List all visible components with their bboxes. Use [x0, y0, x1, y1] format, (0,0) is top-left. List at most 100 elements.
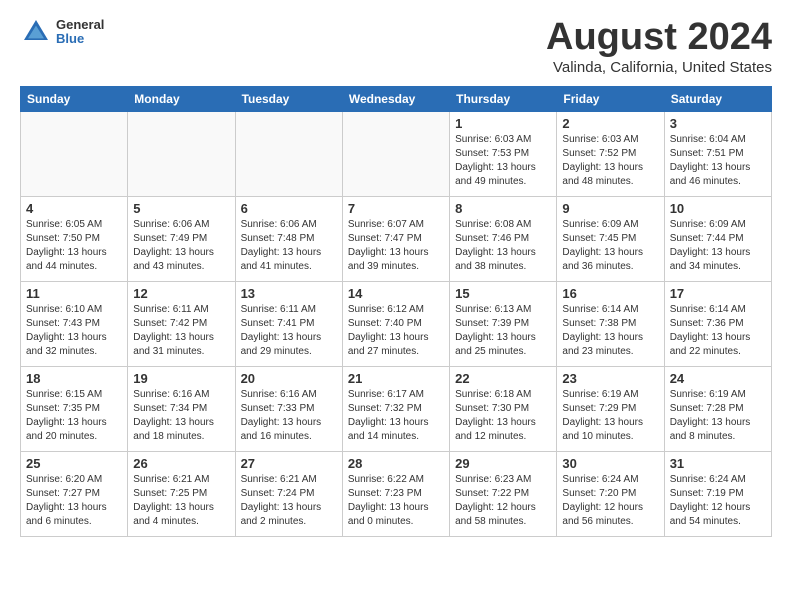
day-info: Sunrise: 6:09 AM Sunset: 7:45 PM Dayligh… [562, 218, 658, 274]
calendar-cell: 23 Sunrise: 6:19 AM Sunset: 7:29 PM Dayli… [557, 367, 664, 452]
day-number: 17 [670, 286, 766, 301]
calendar-cell: 15 Sunrise: 6:13 AM Sunset: 7:39 PM Dayli… [450, 282, 557, 367]
calendar-cell [342, 112, 449, 197]
day-number: 15 [455, 286, 551, 301]
day-number: 18 [26, 371, 122, 386]
day-info: Sunrise: 6:15 AM Sunset: 7:35 PM Dayligh… [26, 388, 122, 444]
calendar-header-friday: Friday [557, 87, 664, 112]
day-number: 6 [241, 201, 337, 216]
day-number: 22 [455, 371, 551, 386]
page-header: General Blue August 2024 Valinda, Califo… [20, 16, 772, 76]
day-number: 27 [241, 456, 337, 471]
day-info: Sunrise: 6:04 AM Sunset: 7:51 PM Dayligh… [670, 133, 766, 189]
calendar-week-2: 4 Sunrise: 6:05 AM Sunset: 7:50 PM Daylig… [21, 197, 772, 282]
calendar-cell: 11Sunrise: 6:10 AM Sunset: 7:43 PM Dayli… [21, 282, 128, 367]
calendar-week-4: 18 Sunrise: 6:15 AM Sunset: 7:35 PM Dayli… [21, 367, 772, 452]
calendar-cell: 19 Sunrise: 6:16 AM Sunset: 7:34 PM Dayli… [128, 367, 235, 452]
day-number: 30 [562, 456, 658, 471]
day-number: 28 [348, 456, 444, 471]
day-info: Sunrise: 6:14 AM Sunset: 7:36 PM Dayligh… [670, 303, 766, 359]
calendar-cell: 20 Sunrise: 6:16 AM Sunset: 7:33 PM Dayli… [235, 367, 342, 452]
calendar-cell: 4 Sunrise: 6:05 AM Sunset: 7:50 PM Daylig… [21, 197, 128, 282]
day-number: 3 [670, 116, 766, 131]
day-info: Sunrise: 6:21 AM Sunset: 7:24 PM Dayligh… [241, 473, 337, 529]
calendar-header-wednesday: Wednesday [342, 87, 449, 112]
calendar-cell: 14 Sunrise: 6:12 AM Sunset: 7:40 PM Dayli… [342, 282, 449, 367]
calendar-header-saturday: Saturday [664, 87, 771, 112]
calendar-cell: 12Sunrise: 6:11 AM Sunset: 7:42 PM Dayli… [128, 282, 235, 367]
logo-icon [20, 16, 52, 48]
day-info: Sunrise: 6:05 AM Sunset: 7:50 PM Dayligh… [26, 218, 122, 274]
calendar-cell: 27 Sunrise: 6:21 AM Sunset: 7:24 PM Dayli… [235, 452, 342, 537]
calendar-cell [21, 112, 128, 197]
calendar-table: SundayMondayTuesdayWednesdayThursdayFrid… [20, 86, 772, 537]
day-number: 31 [670, 456, 766, 471]
calendar-cell: 30Sunrise: 6:24 AM Sunset: 7:20 PM Dayli… [557, 452, 664, 537]
day-info: Sunrise: 6:09 AM Sunset: 7:44 PM Dayligh… [670, 218, 766, 274]
day-info: Sunrise: 6:17 AM Sunset: 7:32 PM Dayligh… [348, 388, 444, 444]
day-number: 14 [348, 286, 444, 301]
day-info: Sunrise: 6:19 AM Sunset: 7:29 PM Dayligh… [562, 388, 658, 444]
calendar-cell [235, 112, 342, 197]
day-info: Sunrise: 6:12 AM Sunset: 7:40 PM Dayligh… [348, 303, 444, 359]
logo-blue-label: Blue [56, 32, 104, 46]
logo: General Blue [20, 16, 104, 48]
day-info: Sunrise: 6:06 AM Sunset: 7:48 PM Dayligh… [241, 218, 337, 274]
day-number: 9 [562, 201, 658, 216]
title-section: August 2024 Valinda, California, United … [546, 16, 772, 76]
day-number: 4 [26, 201, 122, 216]
day-number: 2 [562, 116, 658, 131]
calendar-week-1: 1 Sunrise: 6:03 AM Sunset: 7:53 PM Daylig… [21, 112, 772, 197]
calendar-cell: 5Sunrise: 6:06 AM Sunset: 7:49 PM Daylig… [128, 197, 235, 282]
calendar-week-5: 25 Sunrise: 6:20 AM Sunset: 7:27 PM Dayli… [21, 452, 772, 537]
day-info: Sunrise: 6:21 AM Sunset: 7:25 PM Dayligh… [133, 473, 229, 529]
calendar-cell: 1 Sunrise: 6:03 AM Sunset: 7:53 PM Daylig… [450, 112, 557, 197]
day-number: 23 [562, 371, 658, 386]
calendar-cell: 25 Sunrise: 6:20 AM Sunset: 7:27 PM Dayli… [21, 452, 128, 537]
day-number: 26 [133, 456, 229, 471]
calendar-cell: 17 Sunrise: 6:14 AM Sunset: 7:36 PM Dayli… [664, 282, 771, 367]
day-info: Sunrise: 6:16 AM Sunset: 7:34 PM Dayligh… [133, 388, 229, 444]
day-number: 13 [241, 286, 337, 301]
day-info: Sunrise: 6:23 AM Sunset: 7:22 PM Dayligh… [455, 473, 551, 529]
day-info: Sunrise: 6:20 AM Sunset: 7:27 PM Dayligh… [26, 473, 122, 529]
day-info: Sunrise: 6:14 AM Sunset: 7:38 PM Dayligh… [562, 303, 658, 359]
day-number: 1 [455, 116, 551, 131]
day-info: Sunrise: 6:08 AM Sunset: 7:46 PM Dayligh… [455, 218, 551, 274]
day-number: 19 [133, 371, 229, 386]
calendar-cell: 8 Sunrise: 6:08 AM Sunset: 7:46 PM Daylig… [450, 197, 557, 282]
day-info: Sunrise: 6:13 AM Sunset: 7:39 PM Dayligh… [455, 303, 551, 359]
day-info: Sunrise: 6:19 AM Sunset: 7:28 PM Dayligh… [670, 388, 766, 444]
calendar-cell: 28 Sunrise: 6:22 AM Sunset: 7:23 PM Dayli… [342, 452, 449, 537]
day-info: Sunrise: 6:11 AM Sunset: 7:42 PM Dayligh… [133, 303, 229, 359]
calendar-cell: 31Sunrise: 6:24 AM Sunset: 7:19 PM Dayli… [664, 452, 771, 537]
calendar-cell: 10 Sunrise: 6:09 AM Sunset: 7:44 PM Dayli… [664, 197, 771, 282]
day-number: 7 [348, 201, 444, 216]
day-number: 10 [670, 201, 766, 216]
day-number: 24 [670, 371, 766, 386]
calendar-header-thursday: Thursday [450, 87, 557, 112]
location-title: Valinda, California, United States [546, 59, 772, 76]
calendar-header-tuesday: Tuesday [235, 87, 342, 112]
day-number: 25 [26, 456, 122, 471]
calendar-cell: 24 Sunrise: 6:19 AM Sunset: 7:28 PM Dayli… [664, 367, 771, 452]
calendar-cell: 26 Sunrise: 6:21 AM Sunset: 7:25 PM Dayli… [128, 452, 235, 537]
calendar-cell: 13 Sunrise: 6:11 AM Sunset: 7:41 PM Dayli… [235, 282, 342, 367]
day-info: Sunrise: 6:11 AM Sunset: 7:41 PM Dayligh… [241, 303, 337, 359]
day-number: 8 [455, 201, 551, 216]
day-number: 16 [562, 286, 658, 301]
day-info: Sunrise: 6:03 AM Sunset: 7:53 PM Dayligh… [455, 133, 551, 189]
day-info: Sunrise: 6:07 AM Sunset: 7:47 PM Dayligh… [348, 218, 444, 274]
logo-general-label: General [56, 18, 104, 32]
calendar-cell: 16 Sunrise: 6:14 AM Sunset: 7:38 PM Dayli… [557, 282, 664, 367]
calendar-cell: 7 Sunrise: 6:07 AM Sunset: 7:47 PM Daylig… [342, 197, 449, 282]
day-number: 29 [455, 456, 551, 471]
day-number: 20 [241, 371, 337, 386]
calendar-header-sunday: Sunday [21, 87, 128, 112]
logo-text: General Blue [56, 18, 104, 47]
calendar-cell: 6 Sunrise: 6:06 AM Sunset: 7:48 PM Daylig… [235, 197, 342, 282]
day-info: Sunrise: 6:22 AM Sunset: 7:23 PM Dayligh… [348, 473, 444, 529]
calendar-cell: 21Sunrise: 6:17 AM Sunset: 7:32 PM Dayli… [342, 367, 449, 452]
day-info: Sunrise: 6:16 AM Sunset: 7:33 PM Dayligh… [241, 388, 337, 444]
calendar-cell: 29 Sunrise: 6:23 AM Sunset: 7:22 PM Dayli… [450, 452, 557, 537]
